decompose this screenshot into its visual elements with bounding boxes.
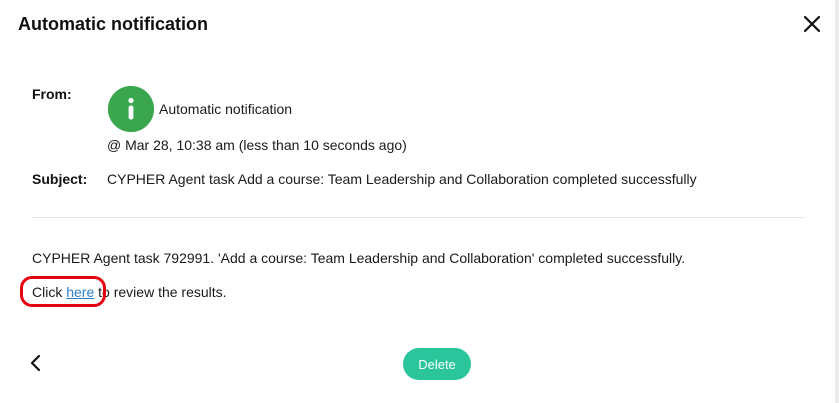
delete-button[interactable]: Delete bbox=[403, 348, 471, 380]
results-link[interactable]: here bbox=[66, 284, 94, 300]
sender-name: Automatic notification bbox=[159, 101, 293, 117]
from-label: From: bbox=[32, 86, 72, 102]
scrollbar[interactable] bbox=[835, 0, 839, 403]
close-icon[interactable] bbox=[800, 12, 824, 36]
sender-avatar bbox=[108, 86, 154, 132]
divider bbox=[32, 217, 805, 218]
review-line: Click here to review the results. bbox=[32, 284, 227, 300]
click-suffix: to review the results. bbox=[94, 284, 227, 300]
click-prefix: Click bbox=[32, 284, 67, 300]
notification-dialog: Automatic notification From: Automatic n… bbox=[0, 0, 839, 403]
info-icon bbox=[108, 86, 154, 132]
subject-label: Subject: bbox=[32, 171, 88, 187]
message-subject: CYPHER Agent task Add a course: Team Lea… bbox=[107, 171, 697, 187]
message-body: CYPHER Agent task 792991. 'Add a course:… bbox=[32, 250, 686, 266]
dialog-title: Automatic notification bbox=[18, 14, 208, 34]
back-chevron-icon[interactable] bbox=[28, 352, 44, 374]
message-timestamp: @ Mar 28, 10:38 am (less than 10 seconds… bbox=[107, 137, 407, 153]
